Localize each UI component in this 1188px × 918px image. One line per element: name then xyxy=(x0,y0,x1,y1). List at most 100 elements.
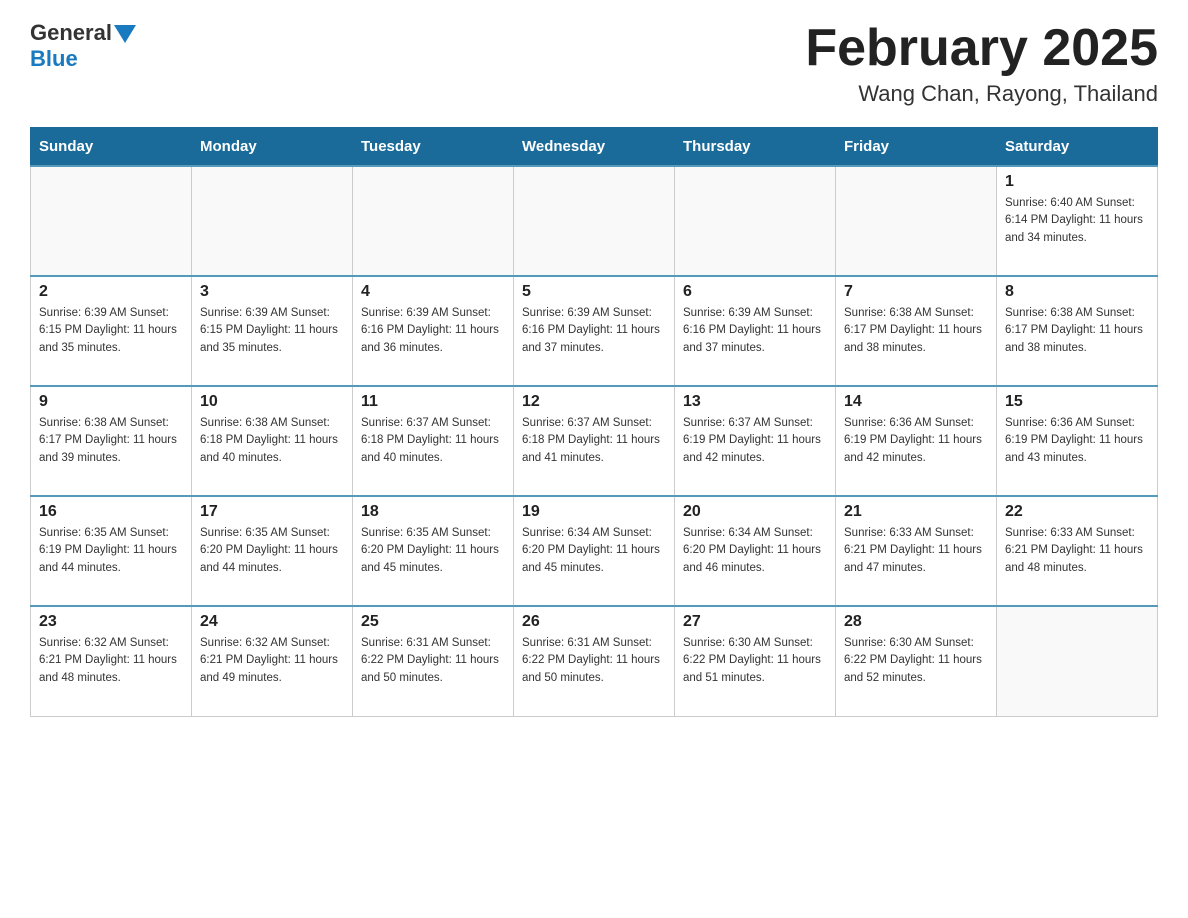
day-info: Sunrise: 6:38 AM Sunset: 6:17 PM Dayligh… xyxy=(844,305,988,357)
day-info: Sunrise: 6:33 AM Sunset: 6:21 PM Dayligh… xyxy=(1005,525,1149,577)
header-monday: Monday xyxy=(192,128,353,167)
day-number: 4 xyxy=(361,283,505,301)
table-cell xyxy=(514,166,675,276)
day-number: 20 xyxy=(683,503,827,521)
day-info: Sunrise: 6:30 AM Sunset: 6:22 PM Dayligh… xyxy=(683,635,827,687)
day-number: 26 xyxy=(522,613,666,631)
table-cell: 2 Sunrise: 6:39 AM Sunset: 6:15 PM Daylig… xyxy=(31,276,192,386)
table-cell: 28 Sunrise: 6:30 AM Sunset: 6:22 PM Dayli… xyxy=(836,606,997,716)
logo: General Blue xyxy=(30,20,136,72)
table-cell: 10Sunrise: 6:38 AM Sunset: 6:18 PM Dayli… xyxy=(192,386,353,496)
table-cell: 24Sunrise: 6:32 AM Sunset: 6:21 PM Dayli… xyxy=(192,606,353,716)
day-info: Sunrise: 6:33 AM Sunset: 6:21 PM Dayligh… xyxy=(844,525,988,577)
location-title: Wang Chan, Rayong, Thailand xyxy=(805,81,1158,107)
table-cell: 23Sunrise: 6:32 AM Sunset: 6:21 PM Dayli… xyxy=(31,606,192,716)
header-tuesday: Tuesday xyxy=(353,128,514,167)
day-info: Sunrise: 6:35 AM Sunset: 6:19 PM Dayligh… xyxy=(39,525,183,577)
month-title: February 2025 xyxy=(805,20,1158,77)
day-info: Sunrise: 6:38 AM Sunset: 6:17 PM Dayligh… xyxy=(39,415,183,467)
table-cell: 19 Sunrise: 6:34 AM Sunset: 6:20 PM Dayli… xyxy=(514,496,675,606)
day-info: Sunrise: 6:36 AM Sunset: 6:19 PM Dayligh… xyxy=(1005,415,1149,467)
week-row-3: 9 Sunrise: 6:38 AM Sunset: 6:17 PM Daylig… xyxy=(31,386,1158,496)
table-cell xyxy=(836,166,997,276)
day-info: Sunrise: 6:37 AM Sunset: 6:18 PM Dayligh… xyxy=(361,415,505,467)
day-number: 6 xyxy=(683,283,827,301)
table-cell: 17 Sunrise: 6:35 AM Sunset: 6:20 PM Dayli… xyxy=(192,496,353,606)
day-number: 8 xyxy=(1005,283,1149,301)
table-cell: 13 Sunrise: 6:37 AM Sunset: 6:19 PM Dayli… xyxy=(675,386,836,496)
day-number: 19 xyxy=(522,503,666,521)
table-cell: 16 Sunrise: 6:35 AM Sunset: 6:19 PM Dayli… xyxy=(31,496,192,606)
calendar-table: Sunday Monday Tuesday Wednesday Thursday… xyxy=(30,127,1158,717)
table-cell: 26 Sunrise: 6:31 AM Sunset: 6:22 PM Dayli… xyxy=(514,606,675,716)
table-cell: 21 Sunrise: 6:33 AM Sunset: 6:21 PM Dayli… xyxy=(836,496,997,606)
table-cell xyxy=(675,166,836,276)
day-number: 7 xyxy=(844,283,988,301)
week-row-2: 2 Sunrise: 6:39 AM Sunset: 6:15 PM Daylig… xyxy=(31,276,1158,386)
table-cell: 22 Sunrise: 6:33 AM Sunset: 6:21 PM Dayli… xyxy=(997,496,1158,606)
table-cell: 5 Sunrise: 6:39 AM Sunset: 6:16 PM Daylig… xyxy=(514,276,675,386)
day-info: Sunrise: 6:39 AM Sunset: 6:15 PM Dayligh… xyxy=(39,305,183,357)
day-number: 14 xyxy=(844,393,988,411)
day-info: Sunrise: 6:35 AM Sunset: 6:20 PM Dayligh… xyxy=(200,525,344,577)
day-info: Sunrise: 6:39 AM Sunset: 6:16 PM Dayligh… xyxy=(361,305,505,357)
logo-general-text: General xyxy=(30,20,112,46)
day-info: Sunrise: 6:39 AM Sunset: 6:16 PM Dayligh… xyxy=(683,305,827,357)
header-wednesday: Wednesday xyxy=(514,128,675,167)
day-number: 12 xyxy=(522,393,666,411)
day-number: 2 xyxy=(39,283,183,301)
header-sunday: Sunday xyxy=(31,128,192,167)
table-cell xyxy=(192,166,353,276)
title-area: February 2025 Wang Chan, Rayong, Thailan… xyxy=(805,20,1158,107)
day-number: 18 xyxy=(361,503,505,521)
table-cell: 7 Sunrise: 6:38 AM Sunset: 6:17 PM Daylig… xyxy=(836,276,997,386)
day-number: 21 xyxy=(844,503,988,521)
table-cell: 4 Sunrise: 6:39 AM Sunset: 6:16 PM Daylig… xyxy=(353,276,514,386)
day-number: 25 xyxy=(361,613,505,631)
table-cell: 6 Sunrise: 6:39 AM Sunset: 6:16 PM Daylig… xyxy=(675,276,836,386)
day-info: Sunrise: 6:37 AM Sunset: 6:18 PM Dayligh… xyxy=(522,415,666,467)
day-number: 22 xyxy=(1005,503,1149,521)
table-cell: 11 Sunrise: 6:37 AM Sunset: 6:18 PM Dayli… xyxy=(353,386,514,496)
day-number: 28 xyxy=(844,613,988,631)
table-cell: 15Sunrise: 6:36 AM Sunset: 6:19 PM Dayli… xyxy=(997,386,1158,496)
week-row-5: 23Sunrise: 6:32 AM Sunset: 6:21 PM Dayli… xyxy=(31,606,1158,716)
table-cell xyxy=(997,606,1158,716)
day-number: 10 xyxy=(200,393,344,411)
day-number: 13 xyxy=(683,393,827,411)
week-row-4: 16 Sunrise: 6:35 AM Sunset: 6:19 PM Dayli… xyxy=(31,496,1158,606)
table-cell: 9 Sunrise: 6:38 AM Sunset: 6:17 PM Daylig… xyxy=(31,386,192,496)
table-cell: 12 Sunrise: 6:37 AM Sunset: 6:18 PM Dayli… xyxy=(514,386,675,496)
table-cell: 14 Sunrise: 6:36 AM Sunset: 6:19 PM Dayli… xyxy=(836,386,997,496)
day-info: Sunrise: 6:39 AM Sunset: 6:16 PM Dayligh… xyxy=(522,305,666,357)
day-number: 11 xyxy=(361,393,505,411)
day-number: 23 xyxy=(39,613,183,631)
table-cell: 20Sunrise: 6:34 AM Sunset: 6:20 PM Dayli… xyxy=(675,496,836,606)
day-info: Sunrise: 6:31 AM Sunset: 6:22 PM Dayligh… xyxy=(361,635,505,687)
day-info: Sunrise: 6:34 AM Sunset: 6:20 PM Dayligh… xyxy=(522,525,666,577)
day-info: Sunrise: 6:30 AM Sunset: 6:22 PM Dayligh… xyxy=(844,635,988,687)
header-friday: Friday xyxy=(836,128,997,167)
header-thursday: Thursday xyxy=(675,128,836,167)
table-cell: 25 Sunrise: 6:31 AM Sunset: 6:22 PM Dayli… xyxy=(353,606,514,716)
logo-blue-text: Blue xyxy=(30,46,78,71)
day-number: 5 xyxy=(522,283,666,301)
weekday-header-row: Sunday Monday Tuesday Wednesday Thursday… xyxy=(31,128,1158,167)
day-number: 1 xyxy=(1005,173,1149,191)
day-number: 17 xyxy=(200,503,344,521)
logo-triangle-icon xyxy=(114,25,136,43)
header-saturday: Saturday xyxy=(997,128,1158,167)
day-info: Sunrise: 6:37 AM Sunset: 6:19 PM Dayligh… xyxy=(683,415,827,467)
day-info: Sunrise: 6:35 AM Sunset: 6:20 PM Dayligh… xyxy=(361,525,505,577)
day-number: 9 xyxy=(39,393,183,411)
table-cell xyxy=(353,166,514,276)
table-cell: 1 Sunrise: 6:40 AM Sunset: 6:14 PM Daylig… xyxy=(997,166,1158,276)
day-info: Sunrise: 6:40 AM Sunset: 6:14 PM Dayligh… xyxy=(1005,195,1149,247)
day-info: Sunrise: 6:39 AM Sunset: 6:15 PM Dayligh… xyxy=(200,305,344,357)
week-row-1: 1 Sunrise: 6:40 AM Sunset: 6:14 PM Daylig… xyxy=(31,166,1158,276)
day-number: 16 xyxy=(39,503,183,521)
day-info: Sunrise: 6:31 AM Sunset: 6:22 PM Dayligh… xyxy=(522,635,666,687)
day-info: Sunrise: 6:36 AM Sunset: 6:19 PM Dayligh… xyxy=(844,415,988,467)
table-cell: 8Sunrise: 6:38 AM Sunset: 6:17 PM Daylig… xyxy=(997,276,1158,386)
day-number: 3 xyxy=(200,283,344,301)
